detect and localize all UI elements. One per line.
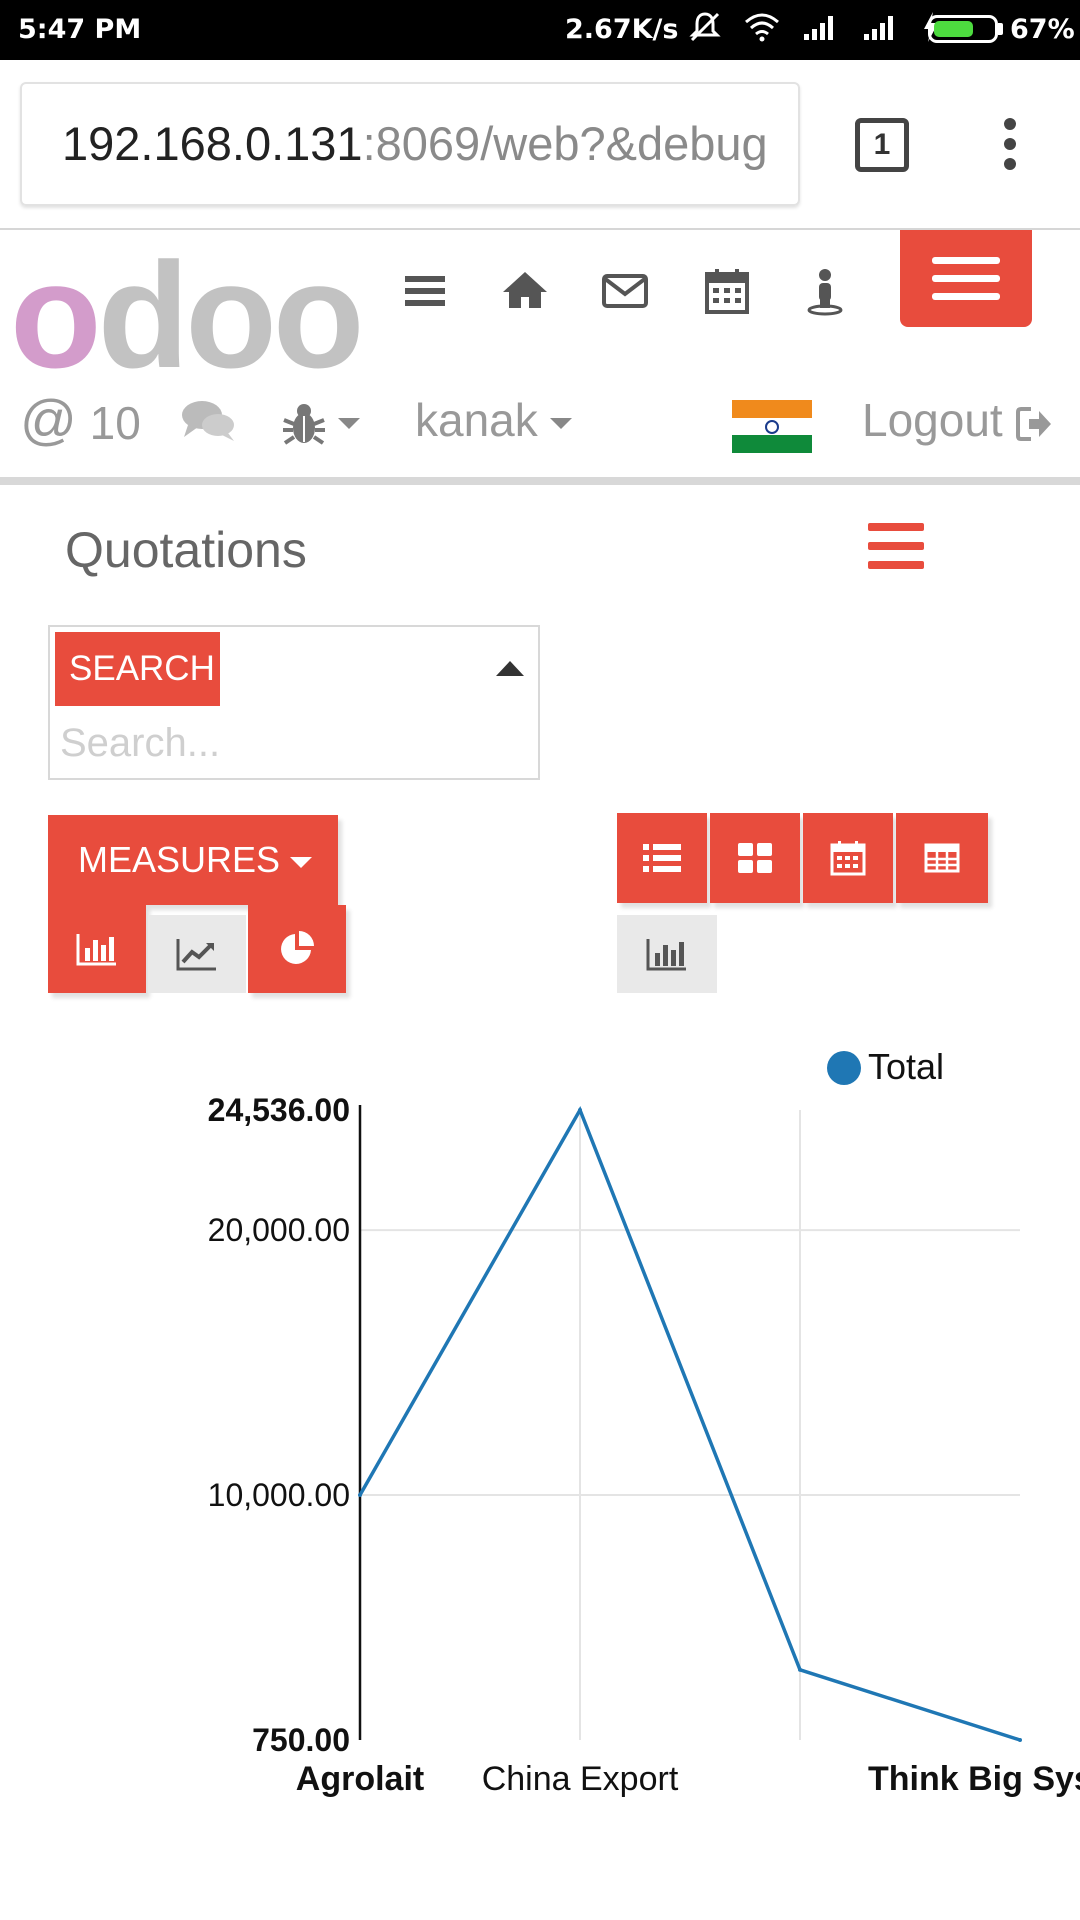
bug-icon — [283, 403, 325, 445]
chevron-down-icon — [290, 856, 313, 868]
kanban-icon — [738, 843, 772, 873]
status-time: 5:47 PM — [18, 14, 142, 45]
data-point — [1018, 1738, 1022, 1742]
network-speed: 2.67K/s — [565, 14, 679, 45]
main-menu-toggle-button[interactable] — [900, 230, 1032, 327]
language-flag-icon[interactable] — [732, 400, 812, 453]
at-icon: @ — [20, 388, 77, 451]
battery-icon — [928, 15, 998, 43]
x-tick-label: Agrolait — [296, 1760, 424, 1798]
address-bar[interactable]: 192.168.0.131:8069/web?&debug — [20, 82, 800, 206]
table-icon — [924, 843, 960, 873]
search-button[interactable]: SEARCH — [55, 632, 220, 706]
hamburger-icon[interactable] — [400, 266, 450, 316]
logout-label: Logout — [862, 394, 1003, 446]
bar-chart-icon — [76, 934, 116, 966]
signal-icon — [804, 16, 833, 40]
data-point — [798, 1667, 802, 1672]
logout-link[interactable]: Logout — [862, 385, 1053, 455]
measures-dropdown-button[interactable]: MEASURES — [48, 815, 338, 905]
line-chart-icon — [176, 939, 216, 971]
pivot-view-button[interactable] — [896, 813, 988, 903]
list-icon — [643, 844, 681, 872]
user-menu-dropdown[interactable]: kanak — [415, 385, 572, 455]
series-line-total — [358, 1105, 1021, 1742]
status-icons — [688, 10, 940, 44]
tab-switcher-button[interactable]: 1 — [855, 118, 909, 172]
measures-label: MEASURES — [78, 839, 281, 880]
chevron-down-icon — [338, 418, 360, 430]
pie-chart-icon — [281, 931, 314, 964]
wifi-icon — [745, 13, 779, 42]
x-tick-label: Think Big Sys — [868, 1760, 1080, 1798]
line-chart: 24,536.00 20,000.00 10,000.00 750.00 Agrolai… — [0, 1030, 1080, 1920]
y-tick-label: 10,000.00 — [208, 1477, 350, 1513]
legend-label: Total — [868, 1046, 944, 1087]
calendar-view-button[interactable] — [803, 813, 893, 903]
chat-icon[interactable] — [180, 397, 236, 445]
battery-level — [934, 21, 973, 37]
panel-menu-icon[interactable] — [868, 523, 924, 569]
x-tick-label: China Export — [482, 1760, 679, 1798]
graph-view-button[interactable] — [617, 915, 717, 993]
user-name: kanak — [415, 394, 538, 446]
calendar-icon[interactable] — [702, 266, 752, 316]
kanban-view-button[interactable] — [710, 813, 800, 903]
data-point — [578, 1108, 582, 1112]
y-tick-label: 24,536.00 — [208, 1092, 350, 1128]
url-path: :8069/web?&debug — [362, 117, 768, 170]
sign-out-icon — [1016, 406, 1052, 441]
page-title: Quotations — [65, 522, 307, 578]
user-toolbar: @ 10 kanak Logout — [0, 385, 1080, 455]
odoo-logo[interactable]: odoo — [10, 240, 365, 390]
bar-chart-mode-button[interactable] — [48, 905, 146, 993]
status-bar: 5:47 PM 2.67K/s 67% — [0, 0, 1080, 60]
search-box: SEARCH — [48, 625, 540, 780]
browser-toolbar: 192.168.0.131:8069/web?&debug 1 — [0, 60, 1080, 230]
battery-tip — [998, 23, 1003, 35]
debug-dropdown[interactable] — [282, 385, 360, 455]
bar-chart-icon — [646, 939, 686, 971]
search-input[interactable] — [60, 717, 520, 769]
mentions-count: 10 — [89, 397, 141, 449]
app-header: odoo @ 10 kanak Logout — [0, 230, 1080, 485]
y-tick-label: 750.00 — [252, 1722, 350, 1758]
mentions-indicator[interactable]: @ 10 — [20, 385, 141, 458]
url-host: 192.168.0.131 — [62, 117, 363, 170]
battery-percent: 67% — [1010, 14, 1075, 45]
user-icon[interactable] — [800, 266, 850, 316]
mute-icon — [689, 12, 721, 42]
mail-icon[interactable] — [600, 266, 650, 316]
browser-menu-icon[interactable] — [998, 118, 1022, 176]
home-icon[interactable] — [500, 266, 550, 316]
pie-chart-mode-button[interactable] — [248, 905, 346, 993]
signal-icon — [864, 16, 893, 40]
list-view-button[interactable] — [617, 813, 707, 903]
y-tick-label: 20,000.00 — [208, 1212, 350, 1248]
line-chart-mode-button[interactable] — [148, 915, 246, 993]
caret-up-icon[interactable] — [496, 661, 524, 676]
data-point — [358, 1493, 362, 1498]
legend-marker — [827, 1051, 861, 1085]
calendar-icon — [830, 841, 866, 876]
chevron-down-icon — [549, 418, 572, 430]
